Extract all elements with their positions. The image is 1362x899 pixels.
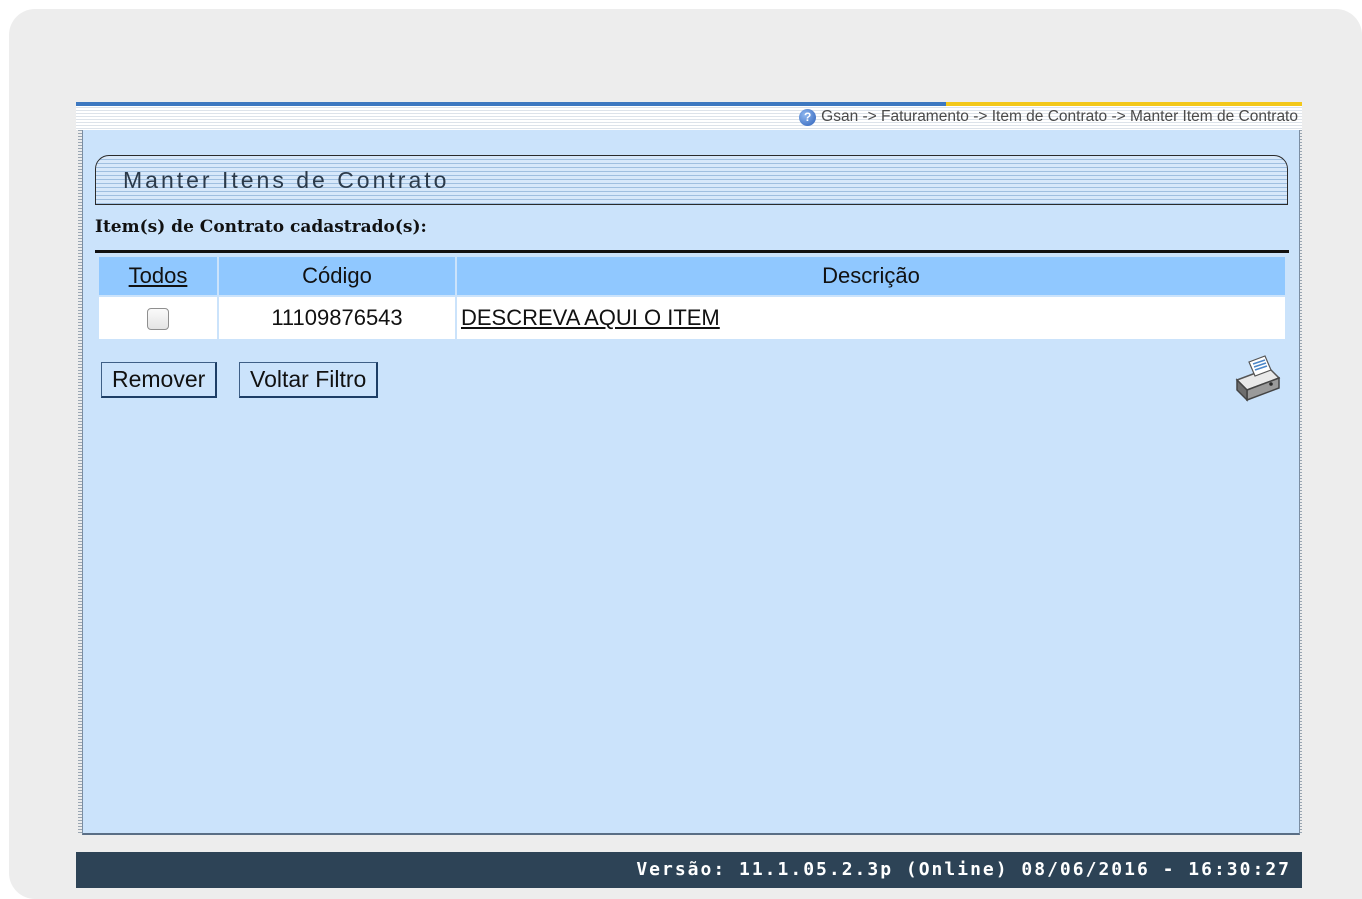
header-blue-stripe: [76, 102, 946, 106]
section-subtitle: Item(s) de Contrato cadastrado(s):: [95, 217, 427, 237]
row-descricao-cell: DESCREVA AQUI O ITEM: [455, 295, 1287, 341]
row-descricao-link[interactable]: DESCREVA AQUI O ITEM: [461, 305, 720, 330]
header-descricao: Descrição: [455, 255, 1287, 297]
header-todos: Todos: [97, 255, 219, 297]
help-icon[interactable]: ?: [799, 108, 817, 126]
form-title: Manter Itens de Contrato: [123, 167, 450, 193]
form-title-box: Manter Itens de Contrato: [95, 155, 1288, 205]
remove-button[interactable]: Remover: [101, 362, 218, 398]
row-checkbox[interactable]: [147, 308, 169, 331]
header-bar: ? Gsan -> Faturamento -> Item de Contrat…: [76, 102, 1302, 130]
main-panel: Manter Itens de Contrato Item(s) de Cont…: [82, 130, 1300, 835]
footer-bar: Versão: 11.1.05.2.3p (Online) 08/06/2016…: [76, 852, 1302, 888]
back-to-filter-button[interactable]: Voltar Filtro: [239, 362, 379, 398]
version-text: Versão: 11.1.05.2.3p (Online) 08/06/2016…: [636, 859, 1291, 880]
row-checkbox-cell: [97, 295, 219, 341]
breadcrumb: ? Gsan -> Faturamento -> Item de Contrat…: [799, 108, 1298, 126]
header-yellow-stripe: [946, 102, 1302, 106]
row-codigo: 11109876543: [217, 295, 457, 341]
printer-icon[interactable]: [1223, 350, 1283, 410]
header-codigo: Código: [217, 255, 457, 297]
table-row: 11109876543 DESCREVA AQUI O ITEM: [97, 295, 1287, 341]
items-table: Todos Código Descrição 11109876543 DESCR…: [97, 255, 1287, 341]
section-divider: [95, 250, 1289, 253]
select-all-link[interactable]: Todos: [129, 263, 188, 288]
breadcrumb-text: Gsan -> Faturamento -> Item de Contrato …: [821, 108, 1298, 125]
table-header-row: Todos Código Descrição: [97, 255, 1287, 297]
